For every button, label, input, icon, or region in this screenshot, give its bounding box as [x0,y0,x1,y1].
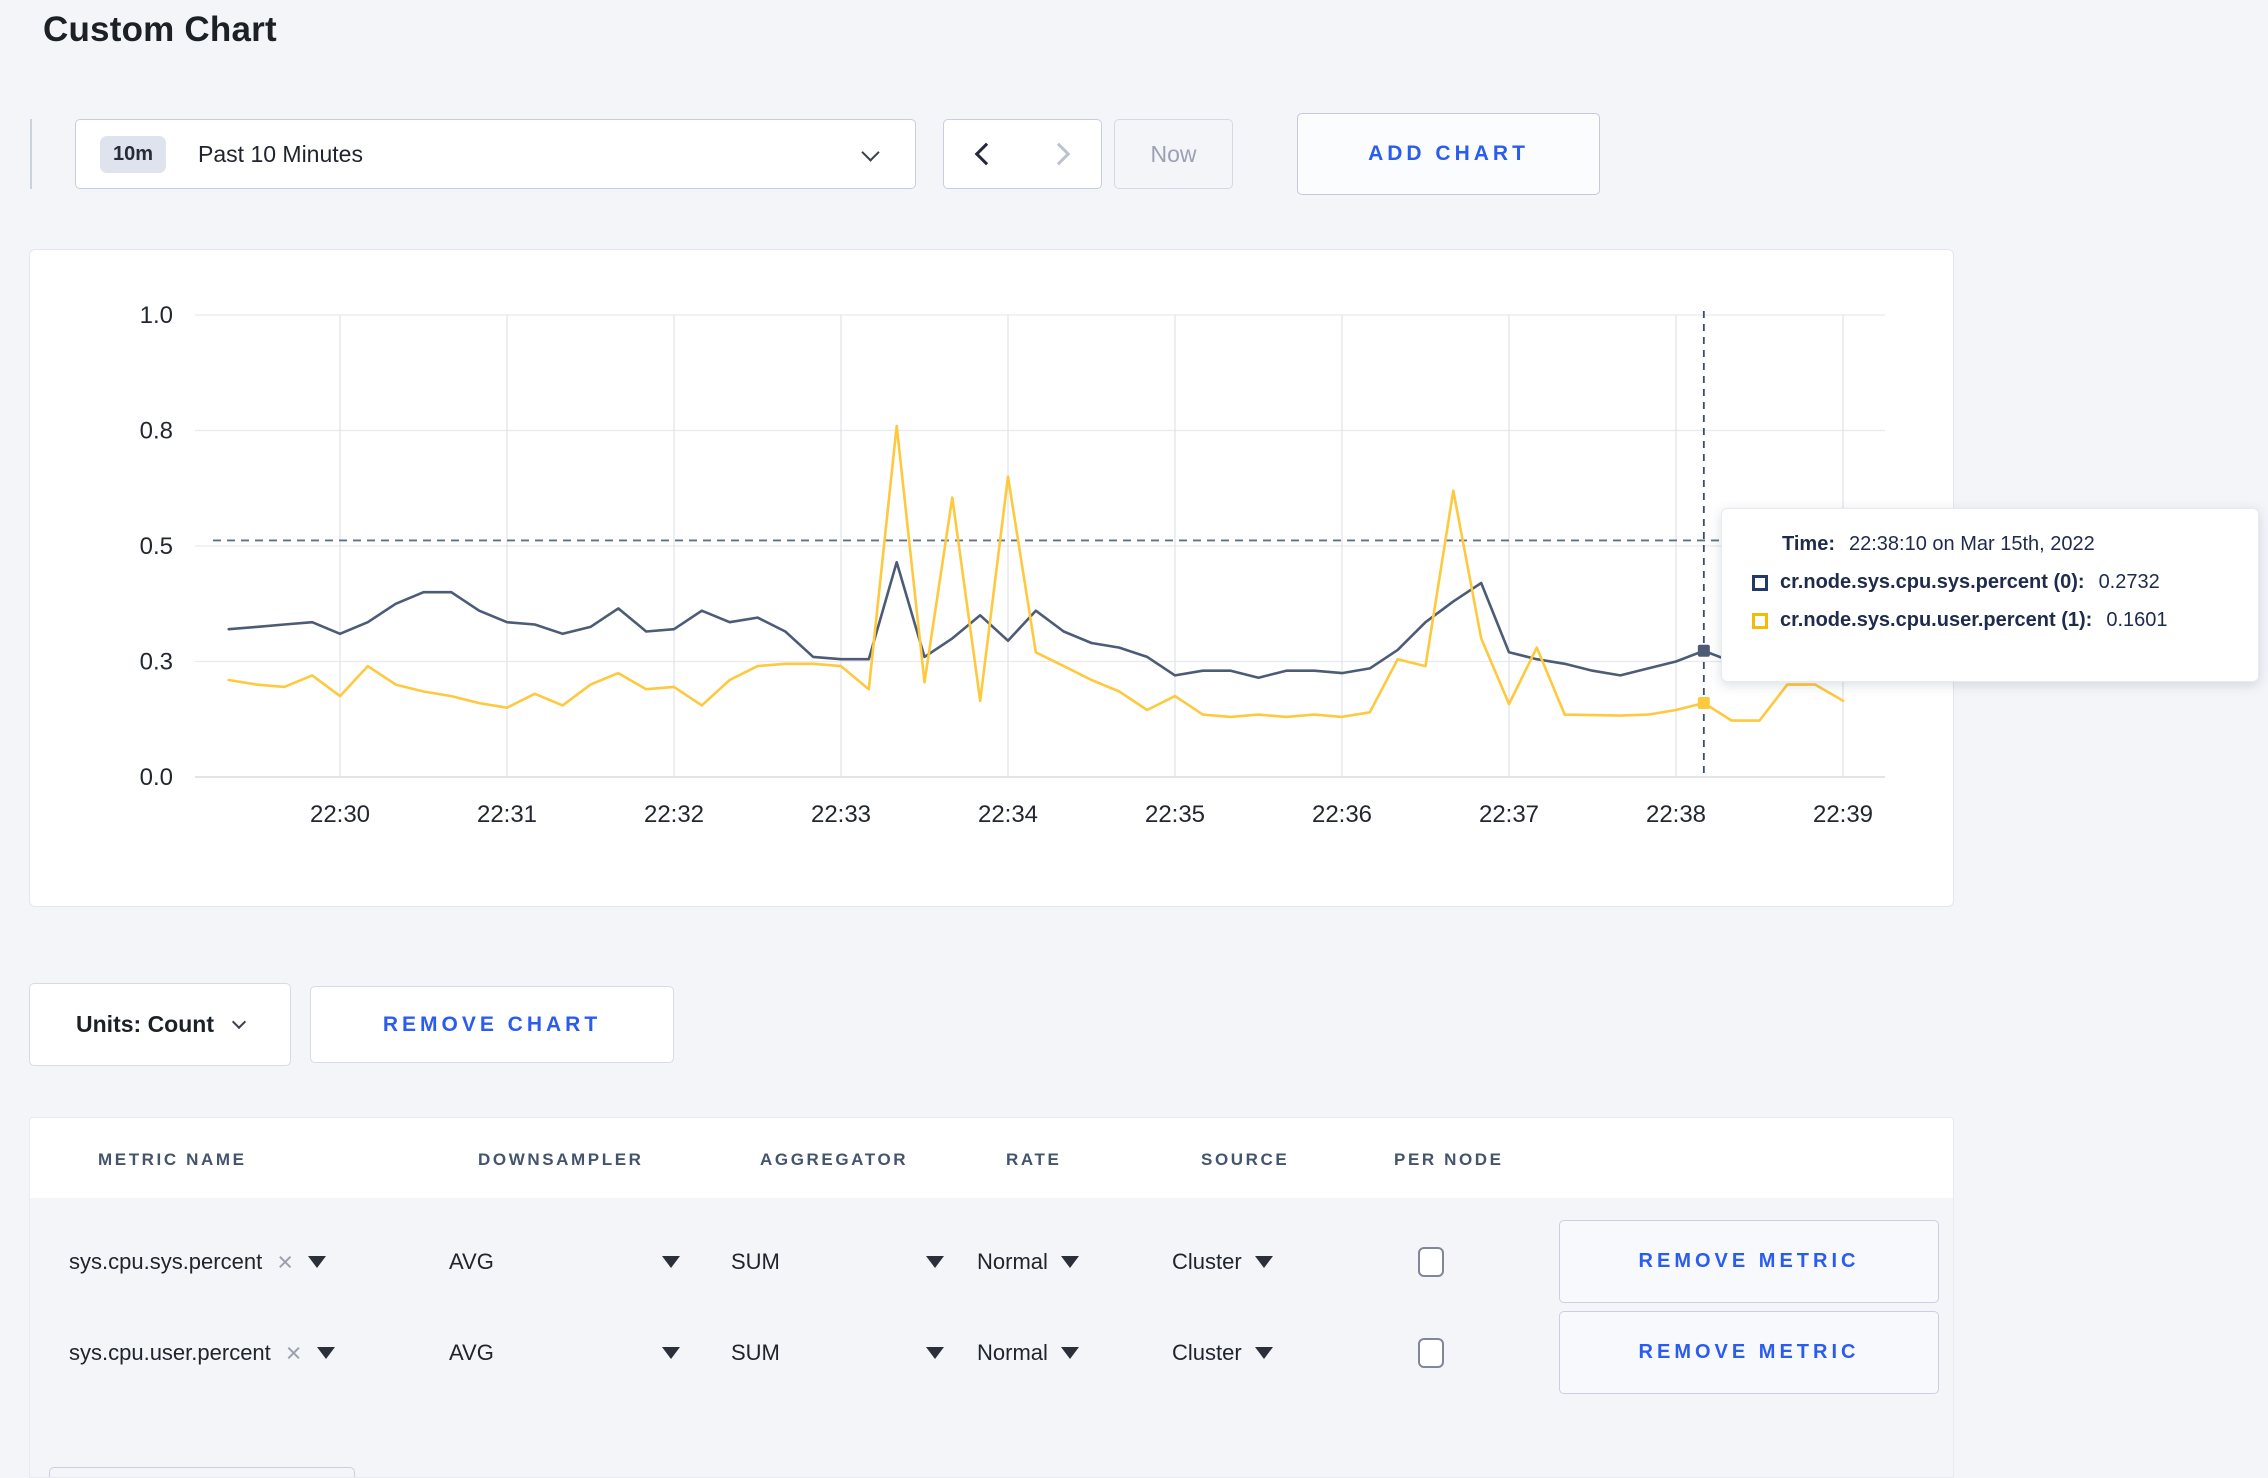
downsampler-value: AVG [449,1249,494,1274]
next-timespan-button[interactable] [1022,119,1102,189]
y-axis-tick-label: 0.5 [140,533,173,560]
units-label: Units: Count [76,1011,214,1037]
tooltip-series-name: cr.node.sys.cpu.user.percent (1): [1780,609,2093,631]
table-row: sys.cpu.user.percent × AVG SUM Normal Cl… [30,1307,1953,1399]
series-1-swatch-icon [1752,612,1768,629]
time-range-select[interactable]: 10m Past 10 Minutes [75,119,916,189]
metric-name-cell: sys.cpu.sys.percent × [69,1216,326,1308]
rate-select[interactable]: Normal [977,1307,1079,1399]
downsampler-value: AVG [449,1340,494,1365]
source-value: Cluster [1172,1340,1242,1365]
column-header-metric-name: METRIC NAME [98,1150,247,1169]
aggregator-select[interactable]: SUM [731,1307,944,1399]
per-node-cell [1418,1307,1444,1399]
remove-chart-button[interactable]: REMOVE CHART [310,986,674,1063]
chart-tooltip: Time: 22:38:10 on Mar 15th, 2022 cr.node… [1721,508,2259,682]
metric-dropdown-icon[interactable] [316,1347,335,1359]
x-axis-tick-label: 22:36 [1312,801,1372,828]
series-highlight-dot [1697,644,1710,657]
source-select[interactable]: Cluster [1172,1307,1273,1399]
tooltip-series-name: cr.node.sys.cpu.sys.percent (0): [1780,571,2085,593]
metric-dropdown-icon[interactable] [307,1256,326,1268]
chevron-down-icon [662,1256,680,1268]
toolbar-divider [30,119,32,189]
series-line [227,560,1845,680]
column-header-source: SOURCE [1201,1150,1290,1169]
tooltip-time-label: Time: [1782,533,1835,555]
downsampler-select[interactable]: AVG [449,1216,680,1308]
chevron-down-icon [926,1347,944,1359]
metric-name-cell: sys.cpu.user.percent × [69,1307,335,1399]
y-axis-tick-label: 0.3 [140,649,173,676]
series-line [227,424,1845,722]
per-node-cell [1418,1216,1444,1308]
column-header-per-node: PER NODE [1394,1150,1504,1169]
clear-metric-icon[interactable]: × [286,1339,302,1367]
x-axis-tick-label: 22:32 [644,801,704,828]
tooltip-series-row: cr.node.sys.cpu.sys.percent (0): 0.2732 [1752,571,2228,594]
previous-timespan-button[interactable] [943,119,1023,189]
chevron-down-icon [1060,1347,1079,1359]
x-axis-tick-label: 22:33 [811,801,871,828]
series-0-swatch-icon [1752,574,1768,591]
downsampler-select[interactable]: AVG [449,1307,680,1399]
aggregator-value: SUM [731,1249,780,1274]
chevron-left-icon [974,142,998,166]
y-axis-tick-label: 0.8 [140,418,173,445]
per-node-checkbox[interactable] [1418,1338,1444,1368]
chevron-down-icon [1060,1256,1079,1268]
metrics-table-body: sys.cpu.sys.percent × AVG SUM Normal Clu… [30,1198,1953,1477]
chevron-right-icon [1047,142,1070,166]
column-header-downsampler: DOWNSAMPLER [478,1150,644,1169]
aggregator-value: SUM [731,1340,780,1365]
metrics-table: METRIC NAME DOWNSAMPLER AGGREGATOR RATE … [29,1117,1954,1478]
x-axis-tick-label: 22:38 [1646,801,1706,828]
column-header-rate: RATE [1006,1150,1062,1169]
chevron-down-icon [861,143,880,162]
add-chart-button[interactable]: ADD CHART [1297,113,1600,195]
x-axis-tick-label: 22:35 [1145,801,1205,828]
chevron-down-icon [1254,1347,1273,1359]
x-axis-tick-label: 22:30 [310,801,370,828]
y-axis-tick-label: 1.0 [140,302,173,329]
x-axis-tick-label: 22:31 [477,801,537,828]
page-title: Custom Chart [43,10,277,49]
add-metric-button[interactable]: ADD METRIC [49,1467,355,1477]
tooltip-series-value: 0.1601 [2106,609,2168,631]
series-highlight-dot [1697,697,1710,710]
source-value: Cluster [1172,1249,1242,1274]
tooltip-time-row: Time: 22:38:10 on Mar 15th, 2022 [1752,533,2228,556]
column-header-aggregator: AGGREGATOR [760,1150,909,1169]
units-select[interactable]: Units: Count [29,983,291,1066]
aggregator-select[interactable]: SUM [731,1216,944,1308]
table-row: sys.cpu.sys.percent × AVG SUM Normal Clu… [30,1216,1953,1308]
x-axis-tick-label: 22:37 [1479,801,1539,828]
remove-metric-button[interactable]: REMOVE METRIC [1559,1311,1939,1394]
time-range-badge: 10m [100,135,167,173]
per-node-checkbox[interactable] [1418,1247,1444,1277]
tooltip-series-value: 0.2732 [2098,571,2160,593]
metric-name: sys.cpu.user.percent [69,1340,271,1365]
rate-value: Normal [977,1340,1048,1365]
x-axis-tick-label: 22:34 [978,801,1038,828]
time-range-label: Past 10 Minutes [198,140,363,167]
line-chart[interactable]: 1.0 0.8 0.5 0.3 0.0 22:30 22:31 22:32 22:33 22:34… [29,249,1954,907]
x-axis-tick-label: 22:39 [1813,801,1873,828]
clear-metric-icon[interactable]: × [277,1248,293,1276]
now-button[interactable]: Now [1114,119,1233,189]
source-select[interactable]: Cluster [1172,1216,1273,1308]
chevron-down-icon [231,1014,247,1029]
tooltip-time-value: 22:38:10 on Mar 15th, 2022 [1848,533,2095,555]
metric-name: sys.cpu.sys.percent [69,1249,263,1274]
tooltip-series-row: cr.node.sys.cpu.user.percent (1): 0.1601 [1752,609,2228,632]
remove-metric-button[interactable]: REMOVE METRIC [1559,1220,1939,1303]
y-axis-tick-label: 0.0 [140,764,173,791]
chevron-down-icon [926,1256,944,1268]
chevron-down-icon [662,1347,680,1359]
chevron-down-icon [1254,1256,1273,1268]
rate-value: Normal [977,1249,1048,1274]
rate-select[interactable]: Normal [977,1216,1079,1308]
